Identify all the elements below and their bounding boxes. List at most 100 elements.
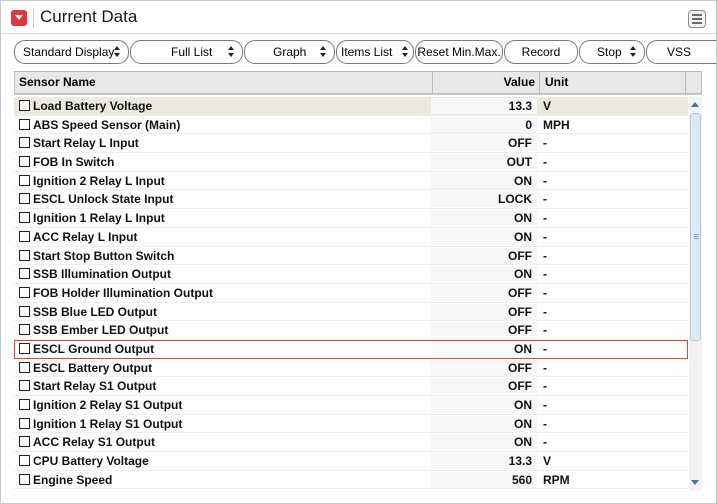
table-row[interactable]: SSB Blue LED Output OFF - xyxy=(14,303,688,322)
sensor-value: OFF xyxy=(508,136,532,151)
table-row[interactable]: Load Battery Voltage 13.3 V xyxy=(14,97,688,116)
row-checkbox[interactable] xyxy=(19,417,30,429)
table-row[interactable]: Ignition 1 Relay L Input ON - xyxy=(14,209,688,228)
sensor-name: ESCL Battery Output xyxy=(33,360,153,375)
column-header-value[interactable]: Value xyxy=(432,72,538,93)
row-checkbox[interactable] xyxy=(19,324,30,336)
sensor-table-body: Load Battery Voltage 13.3 V ABS Speed Senso… xyxy=(14,97,688,489)
record-button[interactable]: Record xyxy=(504,40,578,64)
table-row[interactable]: FOB In Switch OUT - xyxy=(14,153,688,172)
sensor-unit: V xyxy=(543,99,552,113)
table-row[interactable]: CPU Battery Voltage 13.3 V xyxy=(14,452,688,471)
row-checkbox[interactable] xyxy=(19,249,30,261)
table-row[interactable]: FOB Holder Illumination Output OFF - xyxy=(14,284,688,303)
sensor-unit: - xyxy=(543,398,547,412)
table-row[interactable]: Start Relay S1 Output OFF - xyxy=(14,377,688,396)
reset-min-max-button[interactable]: Reset Min.Max. xyxy=(415,40,503,64)
sensor-value: ON xyxy=(514,173,532,188)
table-row[interactable]: Ignition 2 Relay S1 Output ON - xyxy=(14,396,688,415)
table-header: Sensor Name Value Unit xyxy=(14,71,702,94)
sensor-value: ON xyxy=(514,229,532,244)
table-row[interactable]: Ignition 2 Relay L Input ON - xyxy=(14,172,688,191)
vertical-scrollbar[interactable] xyxy=(689,97,702,491)
sensor-name: ACC Relay L Input xyxy=(33,229,138,244)
table-row[interactable]: ACC Relay S1 Output ON - xyxy=(14,433,688,453)
sensor-value: 13.3 xyxy=(508,454,532,469)
scroll-down-icon[interactable] xyxy=(690,478,701,488)
items-list-label: Items List xyxy=(341,45,393,59)
sensor-value: ON xyxy=(514,435,532,450)
sensor-unit: - xyxy=(543,379,547,394)
toolbar: Standard Display Full List Graph Items L… xyxy=(1,35,716,69)
row-checkbox[interactable] xyxy=(19,230,30,242)
table-row[interactable]: SSB Ember LED Output OFF - xyxy=(14,321,688,340)
table-row[interactable]: SSB Illumination Output ON - xyxy=(14,265,688,284)
standard-display-label: Standard Display xyxy=(23,45,115,59)
sensor-name: FOB Holder Illumination Output xyxy=(33,285,213,300)
row-checkbox[interactable] xyxy=(19,305,30,317)
scroll-up-icon[interactable] xyxy=(690,100,701,110)
sensor-name: Engine Speed xyxy=(33,472,113,487)
sensor-value: OFF xyxy=(508,323,532,338)
sensor-name: Load Battery Voltage xyxy=(33,99,153,113)
sensor-value: OFF xyxy=(508,360,532,375)
standard-display-select[interactable]: Standard Display xyxy=(14,40,129,64)
menu-icon[interactable] xyxy=(688,10,706,28)
row-checkbox[interactable] xyxy=(19,137,30,149)
window-title: Current Data xyxy=(40,7,138,26)
row-checkbox[interactable] xyxy=(19,193,30,205)
select-arrows-icon xyxy=(320,46,327,58)
sensor-name: SSB Ember LED Output xyxy=(33,323,169,338)
sensor-unit: - xyxy=(543,211,547,226)
vss-button[interactable]: VSS xyxy=(646,40,716,64)
table-row[interactable]: Start Stop Button Switch OFF - xyxy=(14,247,688,266)
table-row[interactable]: ACC Relay L Input ON - xyxy=(14,228,688,247)
header-separator xyxy=(14,94,702,95)
column-header-sensor-name[interactable]: Sensor Name xyxy=(19,72,96,93)
table-row[interactable]: Ignition 1 Relay S1 Output ON - xyxy=(14,415,688,434)
sensor-unit: - xyxy=(543,285,547,300)
row-checkbox[interactable] xyxy=(19,399,30,410)
row-checkbox[interactable] xyxy=(19,174,30,186)
row-checkbox[interactable] xyxy=(19,156,30,168)
sensor-name: ESCL Ground Output xyxy=(33,341,155,356)
table-row[interactable]: ESCL Battery Output OFF - xyxy=(14,359,688,378)
row-checkbox[interactable] xyxy=(19,342,30,354)
row-checkbox[interactable] xyxy=(19,212,30,224)
row-checkbox[interactable] xyxy=(19,361,30,373)
sensor-value: OFF xyxy=(508,248,532,263)
vss-label: VSS xyxy=(667,45,692,59)
full-list-select[interactable]: Full List xyxy=(130,40,243,64)
row-checkbox[interactable] xyxy=(19,286,30,298)
graph-select[interactable]: Graph xyxy=(244,40,335,64)
stop-label: Stop xyxy=(597,45,622,59)
sensor-unit: - xyxy=(543,248,547,263)
sensor-unit: - xyxy=(543,192,547,207)
row-checkbox[interactable] xyxy=(19,118,30,130)
sensor-unit: - xyxy=(543,304,547,319)
row-checkbox[interactable] xyxy=(19,473,30,485)
sensor-unit: - xyxy=(543,416,547,431)
table-row[interactable]: ABS Speed Sensor (Main) 0 MPH xyxy=(14,116,688,135)
app-dropdown-icon[interactable] xyxy=(11,10,27,26)
sensor-unit: - xyxy=(543,267,547,282)
column-header-unit[interactable]: Unit xyxy=(539,72,679,93)
row-checkbox[interactable] xyxy=(19,268,30,280)
table-row[interactable]: Start Relay L Input OFF - xyxy=(14,134,688,154)
row-checkbox[interactable] xyxy=(19,100,30,111)
sensor-unit: - xyxy=(543,173,547,188)
sensor-value: ON xyxy=(514,211,532,226)
stop-select[interactable]: Stop xyxy=(579,40,645,64)
row-checkbox[interactable] xyxy=(19,455,30,467)
sensor-unit: - xyxy=(543,323,547,338)
items-list-select[interactable]: Items List xyxy=(336,40,414,64)
table-row[interactable]: ESCL Unlock State Input LOCK - xyxy=(14,190,688,210)
table-row[interactable]: Engine Speed 560 RPM xyxy=(14,471,688,489)
sensor-name: Ignition 1 Relay S1 Output xyxy=(33,416,183,431)
select-arrows-icon xyxy=(402,46,409,58)
table-row[interactable]: ESCL Ground Output ON - xyxy=(14,339,688,359)
row-checkbox[interactable] xyxy=(19,380,30,392)
scrollbar-thumb[interactable] xyxy=(690,113,701,341)
full-list-label: Full List xyxy=(171,45,213,59)
row-checkbox[interactable] xyxy=(19,436,30,448)
